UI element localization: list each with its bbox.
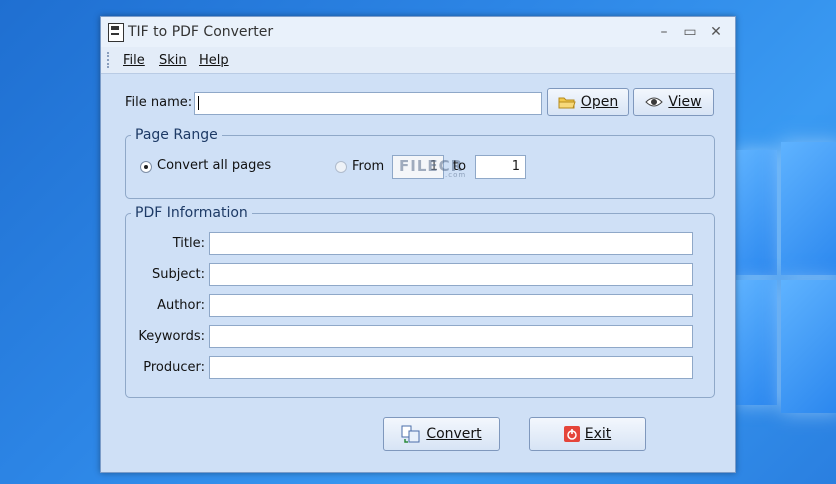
- page-range-title: Page Range: [131, 127, 222, 143]
- folder-icon: [558, 97, 576, 109]
- pdf-info-title: PDF Information: [131, 205, 252, 221]
- convert-icon: [401, 425, 420, 443]
- close-button[interactable]: ✕: [705, 21, 727, 43]
- open-button[interactable]: Open: [547, 88, 629, 116]
- view-button[interactable]: View: [633, 88, 714, 116]
- minimize-button[interactable]: –: [653, 21, 675, 43]
- menu-grip: [107, 52, 112, 68]
- window-title: TIF to PDF Converter: [128, 24, 274, 40]
- file-name-label: File name:: [125, 95, 193, 110]
- file-name-input[interactable]: [194, 92, 542, 115]
- exit-button-label: Exit: [584, 426, 612, 442]
- menu-skin[interactable]: Skin: [159, 53, 187, 68]
- power-icon: [563, 426, 580, 442]
- app-icon: [108, 23, 124, 42]
- subject-input[interactable]: [209, 263, 693, 286]
- eye-icon: [645, 97, 664, 107]
- keywords-label: Keywords:: [138, 329, 205, 344]
- producer-label: Producer:: [143, 360, 205, 375]
- subject-label: Subject:: [152, 267, 205, 282]
- to-page-input[interactable]: 1: [475, 155, 526, 179]
- text-cursor: [198, 96, 199, 110]
- title-bar[interactable]: TIF to PDF Converter – ▭ ✕: [101, 17, 735, 47]
- view-button-label: View: [668, 94, 702, 110]
- exit-button[interactable]: Exit: [529, 417, 646, 451]
- from-label[interactable]: From: [352, 159, 384, 174]
- app-window: TIF to PDF Converter – ▭ ✕ File Skin Hel…: [100, 16, 736, 473]
- to-label: to: [453, 159, 467, 174]
- menu-help[interactable]: Help: [199, 53, 229, 68]
- convert-all-label[interactable]: Convert all pages: [157, 158, 271, 173]
- author-label: Author:: [157, 298, 205, 313]
- title-label: Title:: [172, 236, 205, 251]
- author-input[interactable]: [209, 294, 693, 317]
- convert-button-label: Convert: [426, 426, 482, 442]
- title-input[interactable]: [209, 232, 693, 255]
- open-button-label: Open: [580, 94, 619, 110]
- convert-all-radio[interactable]: [140, 161, 152, 173]
- menu-bar: File Skin Help: [101, 47, 735, 74]
- maximize-button[interactable]: ▭: [679, 21, 701, 43]
- from-radio[interactable]: [335, 161, 347, 173]
- keywords-input[interactable]: [209, 325, 693, 348]
- desktop-windows-logo: [735, 142, 836, 415]
- menu-file[interactable]: File: [123, 53, 145, 68]
- producer-input[interactable]: [209, 356, 693, 379]
- convert-button[interactable]: Convert: [383, 417, 500, 451]
